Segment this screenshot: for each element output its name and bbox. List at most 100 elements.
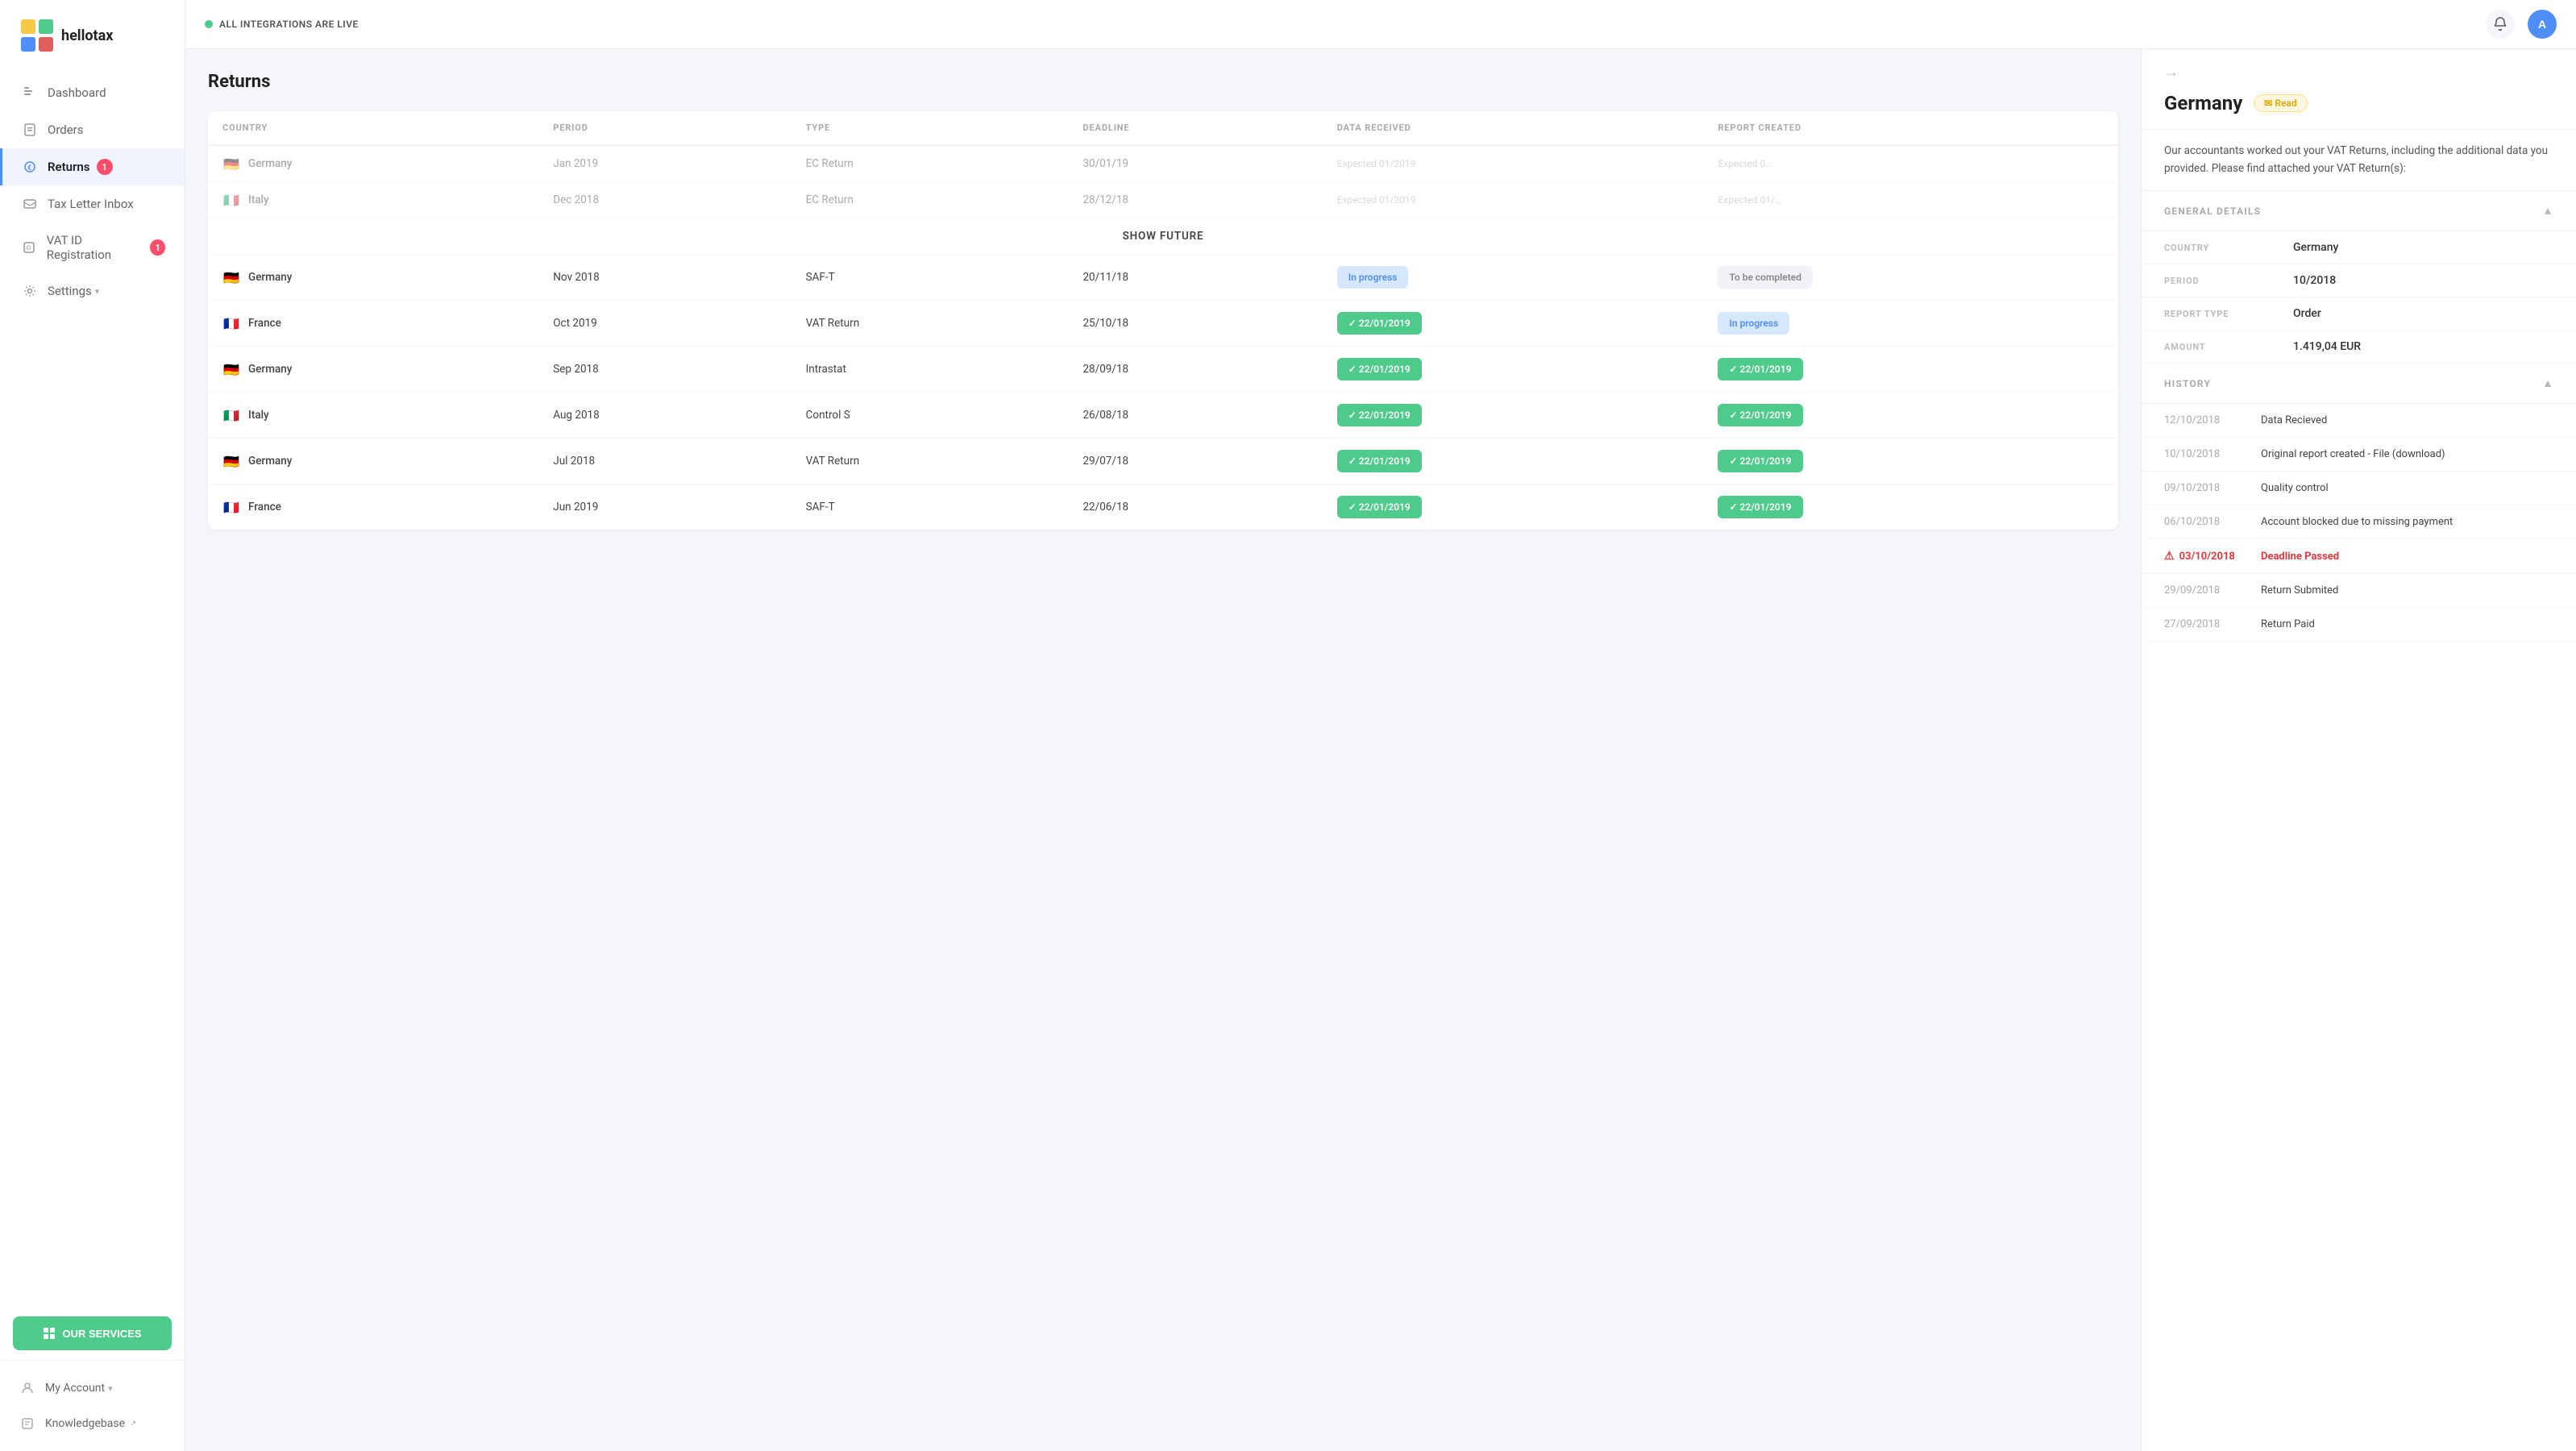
cell-type: Intrastat	[791, 347, 1069, 393]
sidebar: hellotax Dashboard Orders € Returns 1	[0, 0, 185, 1451]
detail-label: PERIOD	[2164, 274, 2293, 286]
history-date: 09/10/2018	[2164, 482, 2261, 494]
our-services-button[interactable]: OUR SERVICES	[13, 1316, 172, 1350]
knowledgebase-label: Knowledgebase	[45, 1417, 125, 1430]
data-received-status: ✓ 22/01/2019	[1337, 404, 1422, 426]
back-arrow[interactable]: →	[2142, 49, 2576, 81]
sidebar-nav: Dashboard Orders € Returns 1 Tax Letter …	[0, 68, 185, 1307]
history-event: Data Recieved	[2261, 414, 2327, 426]
account-icon	[19, 1380, 35, 1396]
cell-type: VAT Return	[791, 439, 1069, 484]
account-chevron: ▾	[108, 1383, 113, 1394]
history-date: 27/09/2018	[2164, 618, 2261, 630]
logo[interactable]: hellotax	[0, 0, 185, 68]
history-event: Original report created - File (download…	[2261, 448, 2445, 460]
country-name: Italy	[248, 409, 269, 422]
cell-country: 🇫🇷France	[208, 484, 538, 530]
history-date: ⚠ 03/10/2018	[2164, 550, 2261, 563]
country-name: Germany	[248, 363, 292, 376]
sidebar-item-dashboard[interactable]: Dashboard	[0, 74, 185, 111]
cell-country: 🇮🇹 Italy	[208, 182, 538, 218]
cell-period: Aug 2018	[538, 393, 791, 439]
history-section[interactable]: HISTORY ▲	[2142, 364, 2576, 404]
general-details-title: GENERAL DETAILS	[2164, 206, 2261, 217]
sidebar-item-knowledgebase[interactable]: Knowledgebase ↗	[0, 1406, 185, 1441]
sidebar-item-settings[interactable]: Settings ▾	[0, 272, 185, 310]
cell-type: SAF-T	[791, 484, 1069, 530]
table-row[interactable]: 🇩🇪GermanyJul 2018VAT Return29/07/18✓ 22/…	[208, 439, 2118, 484]
table-row[interactable]: 🇫🇷FranceOct 2019VAT Return25/10/18✓ 22/0…	[208, 301, 2118, 347]
sidebar-item-returns[interactable]: € Returns 1	[0, 148, 185, 185]
table-row[interactable]: 🇩🇪GermanySep 2018Intrastat28/09/18✓ 22/0…	[208, 347, 2118, 393]
country-name: Italy	[248, 193, 269, 206]
detail-row: REPORT TYPE Order	[2142, 297, 2576, 331]
col-report-created: REPORT CREATED	[1703, 111, 2118, 145]
history-row: 12/10/2018 Data Recieved	[2142, 404, 2576, 438]
flag-icon: 🇩🇪	[222, 157, 240, 170]
cell-deadline: 25/10/18	[1068, 301, 1322, 347]
show-future-row[interactable]: SHOW FUTURE	[208, 218, 2118, 255]
country-name: Germany	[248, 157, 292, 170]
cell-data-received: ✓ 22/01/2019	[1323, 393, 1704, 439]
topbar-right: A	[2486, 10, 2557, 39]
panel-description: Our accountants worked out your VAT Retu…	[2142, 130, 2576, 191]
settings-icon	[22, 283, 38, 299]
col-type: TYPE	[791, 111, 1069, 145]
vat-badge: 1	[150, 239, 165, 256]
table-row[interactable]: 🇩🇪GermanyJan 2019EC Return30/01/19Expect…	[208, 145, 2118, 182]
report-created-status: ✓ 22/01/2019	[1718, 496, 1802, 518]
notifications-button[interactable]	[2486, 10, 2515, 39]
sidebar-bottom: My Account ▾ Knowledgebase ↗	[0, 1360, 185, 1451]
cell-deadline: 26/08/18	[1068, 393, 1322, 439]
flag-icon: 🇮🇹	[222, 409, 240, 422]
cell-deadline: 22/06/18	[1068, 484, 1322, 530]
external-link-icon: ↗	[130, 1420, 136, 1428]
chevron-up-icon: ▲	[2542, 204, 2553, 218]
cell-report-created: ✓ 22/01/2019	[1703, 393, 2118, 439]
show-future-label[interactable]: SHOW FUTURE	[208, 218, 2118, 255]
settings-chevron: ▾	[95, 286, 100, 297]
history-row: 06/10/2018 Account blocked due to missin…	[2142, 505, 2576, 539]
cell-deadline: 20/11/18	[1068, 255, 1322, 301]
cell-report-created: ✓ 22/01/2019	[1703, 347, 2118, 393]
detail-value: Germany	[2293, 241, 2338, 254]
flag-icon: 🇮🇹	[222, 193, 240, 206]
integration-status: ALL INTEGRATIONS ARE LIVE	[205, 19, 359, 30]
history-event: Account blocked due to missing payment	[2261, 516, 2453, 528]
history-row: 10/10/2018 Original report created - Fil…	[2142, 438, 2576, 472]
cell-report-created: ✓ 22/01/2019	[1703, 484, 2118, 530]
cell-data-received: ✓ 22/01/2019	[1323, 439, 1704, 484]
vat-icon: ID	[22, 239, 37, 256]
flag-icon: 🇩🇪	[222, 455, 240, 468]
our-services-label: OUR SERVICES	[62, 1328, 141, 1340]
history-row: ⚠ 03/10/2018 Deadline Passed	[2142, 539, 2576, 574]
user-avatar[interactable]: A	[2528, 10, 2557, 39]
table-row[interactable]: 🇮🇹 Italy Aug 2018Control S26/08/18 ✓ 22/01/…	[208, 393, 2118, 439]
report-created-status: ✓ 22/01/2019	[1718, 358, 1802, 380]
country-name: France	[248, 317, 281, 330]
table-row[interactable]: 🇩🇪GermanyNov 2018SAF-T20/11/18In progres…	[208, 255, 2118, 301]
table-row[interactable]: 🇮🇹ItalyDec 2018EC Return28/12/18Expected…	[208, 182, 2118, 218]
general-details-section[interactable]: GENERAL DETAILS ▲	[2142, 191, 2576, 231]
sidebar-item-label: Tax Letter Inbox	[48, 197, 134, 211]
returns-badge: 1	[97, 159, 113, 175]
history-date: 06/10/2018	[2164, 516, 2261, 528]
cell-type: Control S	[791, 393, 1069, 439]
sidebar-item-my-account[interactable]: My Account ▾	[0, 1370, 185, 1406]
history-row: 29/09/2018 Return Submited	[2142, 574, 2576, 608]
history-date: 29/09/2018	[2164, 584, 2261, 597]
cell-country: 🇩🇪Germany	[208, 439, 538, 484]
sidebar-item-orders[interactable]: Orders	[0, 111, 185, 148]
my-account-label: My Account	[45, 1382, 105, 1395]
cell-deadline: 30/01/19	[1068, 145, 1322, 182]
flag-icon: 🇫🇷	[222, 501, 240, 513]
sidebar-item-vat-id[interactable]: ID VAT ID Registration 1	[0, 222, 185, 272]
sidebar-item-tax-letter-inbox[interactable]: Tax Letter Inbox	[0, 185, 185, 222]
table-row[interactable]: 🇫🇷FranceJun 2019SAF-T22/06/18✓ 22/01/201…	[208, 484, 2118, 530]
inbox-icon	[22, 196, 38, 212]
cell-country: 🇫🇷France	[208, 301, 538, 347]
data-received-status: ✓ 22/01/2019	[1337, 312, 1422, 335]
cell-period: Sep 2018	[538, 347, 791, 393]
report-created-status: ✓ 22/01/2019	[1718, 404, 1802, 426]
returns-icon: €	[22, 159, 38, 175]
